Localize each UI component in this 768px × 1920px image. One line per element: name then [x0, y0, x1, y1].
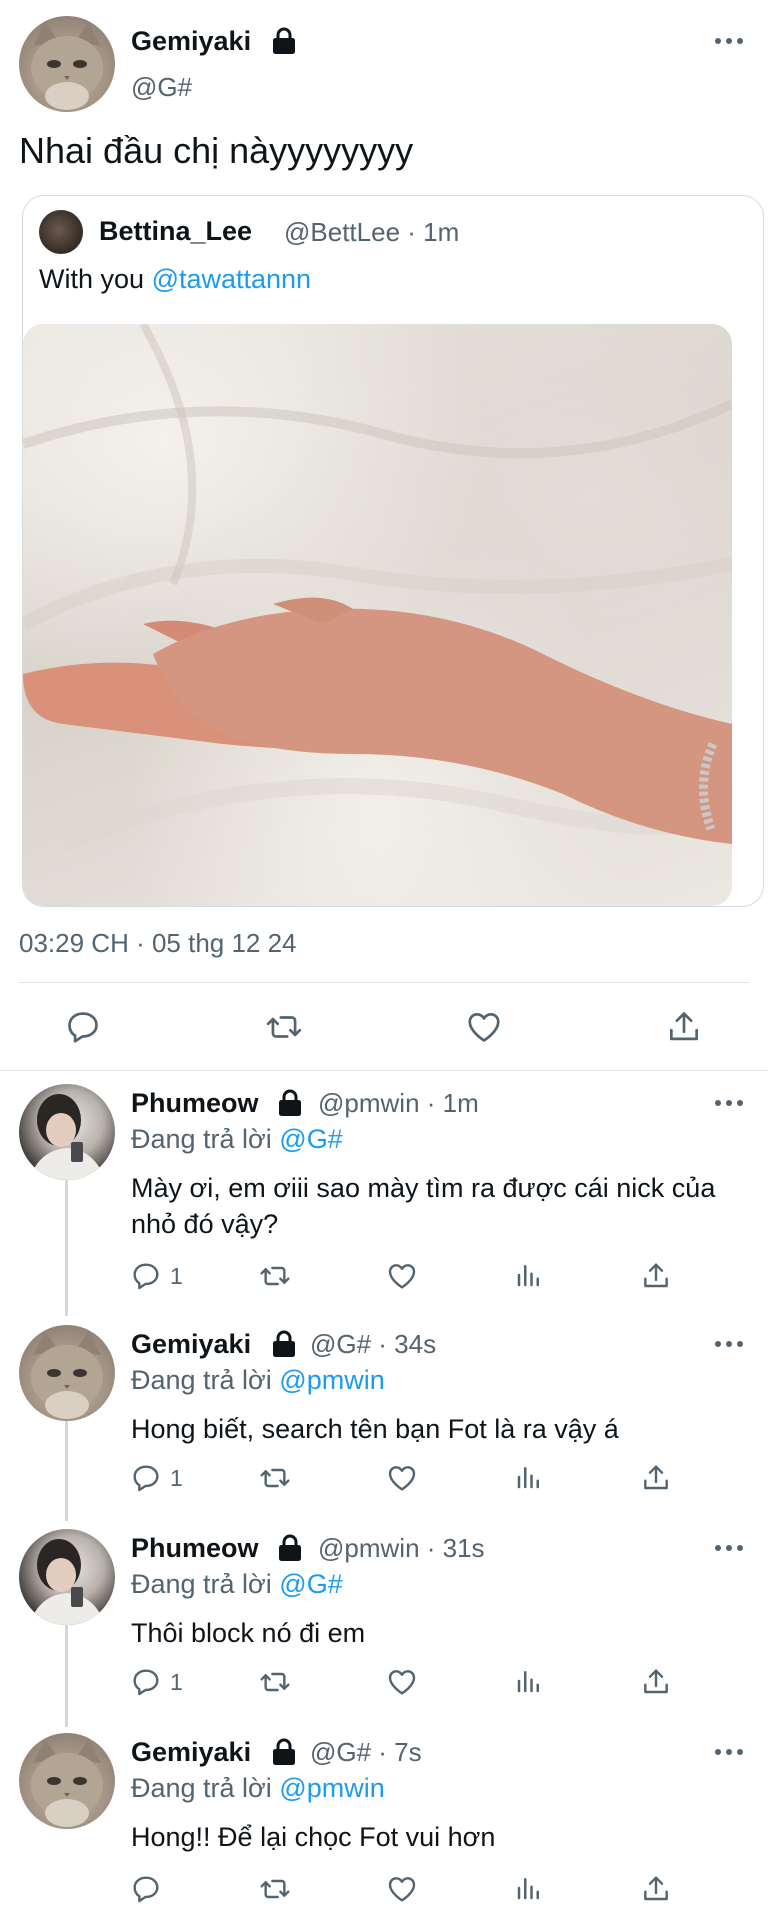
reply-author-name[interactable]: Gemiyaki [131, 1737, 251, 1768]
more-icon[interactable] [714, 1543, 744, 1553]
share-icon[interactable] [640, 1666, 672, 1698]
reply-count: 1 [170, 1262, 183, 1289]
lock-icon [278, 1534, 302, 1562]
reply-tweet[interactable]: Gemiyaki @G# · 34s Đang trả lời @pmwin H… [0, 1325, 768, 1515]
reply-button[interactable] [130, 1873, 170, 1905]
share-icon[interactable] [665, 1008, 703, 1046]
avatar[interactable] [19, 1084, 115, 1180]
share-icon[interactable] [640, 1260, 672, 1292]
reply-button[interactable]: 1 [130, 1462, 183, 1494]
replying-to: Đang trả lời @pmwin [131, 1365, 385, 1396]
reply-handle-time[interactable]: @pmwin · 31s [318, 1533, 485, 1564]
replying-label: Đang trả lời [131, 1773, 272, 1803]
like-icon[interactable] [386, 1873, 418, 1905]
lock-icon [272, 1738, 296, 1766]
tweet-timestamp[interactable]: 03:29 CH · 05 thg 12 24 [19, 928, 297, 959]
views-icon[interactable] [514, 1260, 544, 1290]
reply-author-name[interactable]: Gemiyaki [131, 1329, 251, 1360]
reply-button[interactable]: 1 [130, 1666, 183, 1698]
lock-icon [278, 1089, 302, 1117]
reply-button[interactable]: 1 [130, 1260, 183, 1292]
replying-label: Đang trả lời [131, 1569, 272, 1599]
more-icon[interactable] [714, 1747, 744, 1757]
reply-text: Thôi block nó đi em [131, 1618, 366, 1648]
more-icon[interactable] [714, 36, 744, 46]
replying-label: Đang trả lời [131, 1124, 272, 1154]
quoted-image[interactable] [23, 324, 732, 906]
reply-actions [0, 1873, 768, 1913]
more-icon[interactable] [714, 1098, 744, 1108]
reply-tweet[interactable]: Phumeow @pmwin · 31s Đang trả lời @G# Th… [0, 1529, 768, 1719]
replying-mention[interactable]: @G# [279, 1124, 342, 1154]
views-icon[interactable] [514, 1666, 544, 1696]
like-icon[interactable] [386, 1260, 418, 1292]
avatar[interactable] [19, 1733, 115, 1829]
retweet-icon[interactable] [258, 1462, 292, 1494]
reply-handle-time[interactable]: @G# · 34s [310, 1329, 436, 1360]
reply-text: Hong biết, search tên bạn Fot là ra vậy … [131, 1414, 619, 1444]
reply-text: Hong!! Để lại chọc Fot vui hơn [131, 1822, 496, 1852]
like-icon[interactable] [465, 1008, 503, 1046]
reply-icon[interactable] [64, 1008, 102, 1046]
divider [19, 982, 749, 983]
like-icon[interactable] [386, 1462, 418, 1494]
lock-icon [272, 1330, 296, 1358]
retweet-icon[interactable] [258, 1873, 292, 1905]
share-icon[interactable] [640, 1873, 672, 1905]
retweet-icon[interactable] [264, 1008, 304, 1046]
reply-handle-time[interactable]: @pmwin · 1m [318, 1088, 479, 1119]
reply-count: 1 [170, 1464, 183, 1491]
share-icon[interactable] [640, 1462, 672, 1494]
more-icon[interactable] [714, 1339, 744, 1349]
quoted-tweet[interactable]: Bettina_Lee @BettLee · 1m With you @tawa… [22, 195, 764, 907]
reply-author-name[interactable]: Phumeow [131, 1088, 259, 1119]
quoted-text-prefix: With you [39, 264, 145, 294]
replying-label: Đang trả lời [131, 1365, 272, 1395]
reply-handle-time[interactable]: @G# · 7s [310, 1737, 422, 1768]
views-icon[interactable] [514, 1462, 544, 1492]
reply-tweet[interactable]: Gemiyaki @G# · 7s Đang trả lời @pmwin Ho… [0, 1733, 768, 1920]
reply-actions: 1 [0, 1666, 768, 1706]
avatar[interactable] [19, 1529, 115, 1625]
tweet-text: Nhai đầu chị nàyyyyyyyy [19, 130, 414, 171]
replying-to: Đang trả lời @pmwin [131, 1773, 385, 1804]
replying-to: Đang trả lời @G# [131, 1569, 343, 1600]
quoted-text: With you @tawattannn [39, 264, 311, 295]
replying-mention[interactable]: @pmwin [279, 1773, 384, 1803]
retweet-icon[interactable] [258, 1666, 292, 1698]
replying-to: Đang trả lời @G# [131, 1124, 343, 1155]
reply-count: 1 [170, 1668, 183, 1695]
retweet-icon[interactable] [258, 1260, 292, 1292]
replying-mention[interactable]: @G# [279, 1569, 342, 1599]
author-handle[interactable]: @G# [131, 72, 192, 103]
reply-actions: 1 [0, 1462, 768, 1502]
like-icon[interactable] [386, 1666, 418, 1698]
divider [0, 1070, 768, 1071]
main-tweet: Gemiyaki @G# Nhai đầu chị nàyyyyyyyy Bet… [0, 0, 768, 1071]
quoted-handle-time: @BettLee · 1m [284, 217, 460, 247]
avatar [39, 210, 83, 254]
reply-author-name[interactable]: Phumeow [131, 1533, 259, 1564]
avatar[interactable] [19, 16, 115, 112]
avatar[interactable] [19, 1325, 115, 1421]
reply-actions: 1 [0, 1260, 768, 1300]
reply-tweet[interactable]: Phumeow @pmwin · 1m Đang trả lời @G# Mày… [0, 1084, 768, 1304]
mention-link[interactable]: @tawattannn [152, 264, 312, 294]
views-icon[interactable] [514, 1873, 544, 1903]
replying-mention[interactable]: @pmwin [279, 1365, 384, 1395]
reply-text: Mày ơi, em ơiii sao mày tìm ra được cái … [131, 1173, 716, 1239]
quoted-author-name: Bettina_Lee [99, 216, 253, 246]
author-name[interactable]: Gemiyaki [131, 26, 251, 57]
lock-icon [272, 27, 296, 55]
